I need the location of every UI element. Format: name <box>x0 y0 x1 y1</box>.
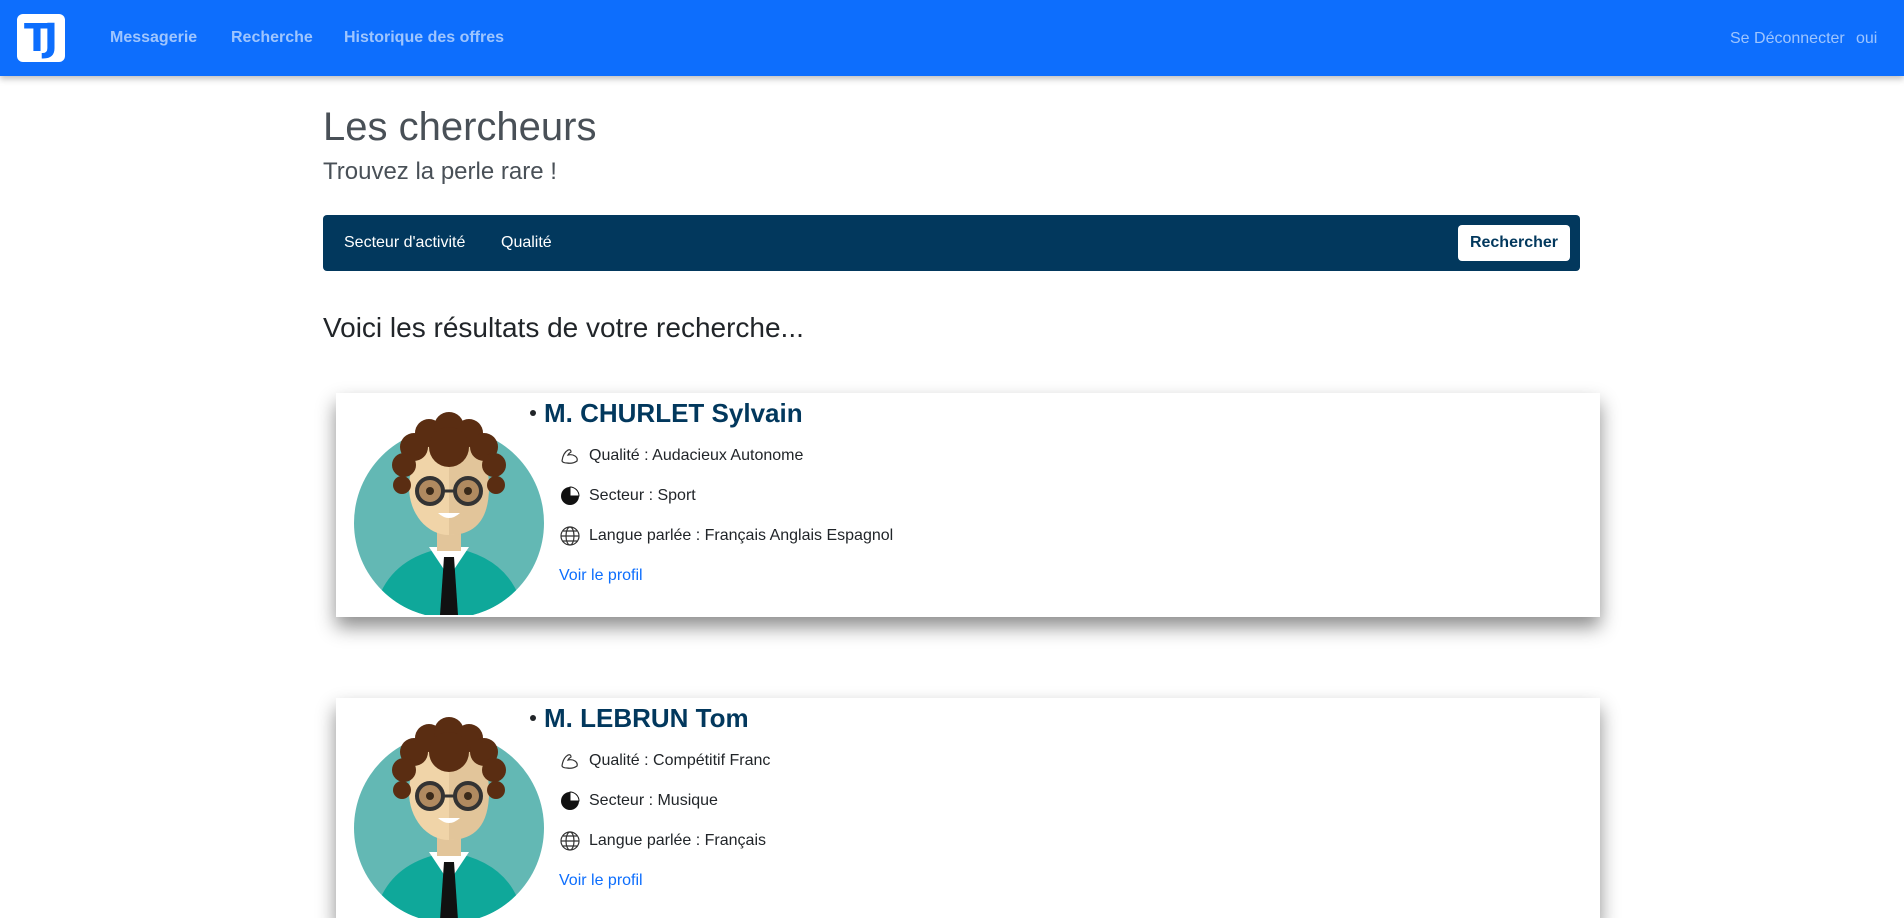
avatar <box>354 717 544 918</box>
search-button[interactable]: Rechercher <box>1457 225 1570 261</box>
languages-row: Langue parlée : Français <box>559 830 766 852</box>
quality-row: Qualité : Audacieux Autonome <box>559 445 803 467</box>
quality-row: Qualité : Compétitif Franc <box>559 750 770 772</box>
filter-sector-dropdown[interactable]: Secteur d'activité <box>344 234 465 252</box>
candidate-name-text: M. CHURLET Sylvain <box>544 398 803 428</box>
nav-link-historique[interactable]: Historique des offres <box>344 29 504 47</box>
view-profile-link[interactable]: Voir le profil <box>559 872 643 890</box>
filter-bar: Secteur d'activité Qualité Rechercher <box>323 215 1580 271</box>
view-profile-link[interactable]: Voir le profil <box>559 567 643 585</box>
pie-chart-icon <box>561 791 580 810</box>
globe-icon <box>560 526 580 546</box>
sector-text: Secteur : Musique <box>589 792 718 809</box>
sector-row: Secteur : Musique <box>559 790 718 812</box>
flexed-arm-icon <box>561 449 578 464</box>
page-subtitle: Trouvez la perle rare ! <box>323 158 557 185</box>
logo-text: TJ <box>23 16 58 60</box>
user-link[interactable]: oui <box>1856 30 1877 48</box>
quality-text: Qualité : Compétitif Franc <box>589 752 771 769</box>
filter-quality-dropdown[interactable]: Qualité <box>501 234 552 252</box>
flexed-arm-icon <box>561 754 578 769</box>
candidate-name: M. CHURLET Sylvain <box>530 398 803 429</box>
languages-text: Langue parlée : Français <box>589 832 766 849</box>
sector-text: Secteur : Sport <box>589 487 696 504</box>
page-title: Les chercheurs <box>323 105 597 149</box>
logo[interactable]: TJ <box>17 14 65 62</box>
nav-link-messagerie[interactable]: Messagerie <box>110 29 197 47</box>
avatar <box>354 412 544 615</box>
languages-text: Langue parlée : Français Anglais Espagno… <box>589 527 894 544</box>
sector-row: Secteur : Sport <box>559 485 696 507</box>
languages-row: Langue parlée : Français Anglais Espagno… <box>559 525 893 547</box>
candidate-name: M. LEBRUN Tom <box>530 703 749 734</box>
quality-text: Qualité : Audacieux Autonome <box>589 447 804 464</box>
candidate-card: M. CHURLET Sylvain Qualité : Audacieux A… <box>336 393 1600 617</box>
candidate-card: M. LEBRUN Tom Qualité : Compétitif Franc… <box>336 698 1600 918</box>
results-heading: Voici les résultats de votre recherche..… <box>323 312 804 343</box>
top-navbar: TJ Messagerie Recherche Historique des o… <box>0 0 1904 76</box>
nav-link-recherche[interactable]: Recherche <box>231 29 313 47</box>
logout-link[interactable]: Se Déconnecter <box>1730 30 1845 48</box>
candidate-name-text: M. LEBRUN Tom <box>544 703 749 733</box>
globe-icon <box>560 831 580 851</box>
pie-chart-icon <box>561 486 580 505</box>
